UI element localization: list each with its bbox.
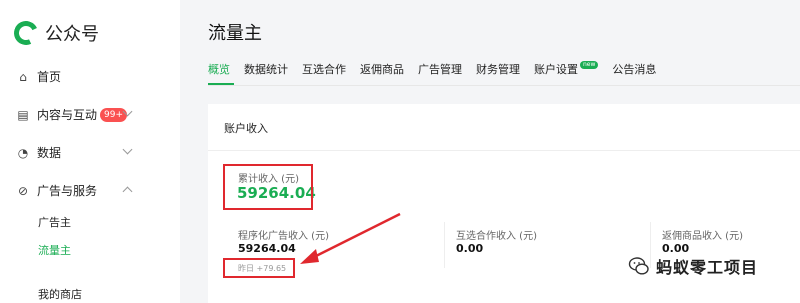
watermark: 蚂蚁零工项目: [628, 254, 758, 278]
watermark-text: 蚂蚁零工项目: [656, 258, 759, 277]
wechat-chat-icon: [628, 257, 649, 275]
